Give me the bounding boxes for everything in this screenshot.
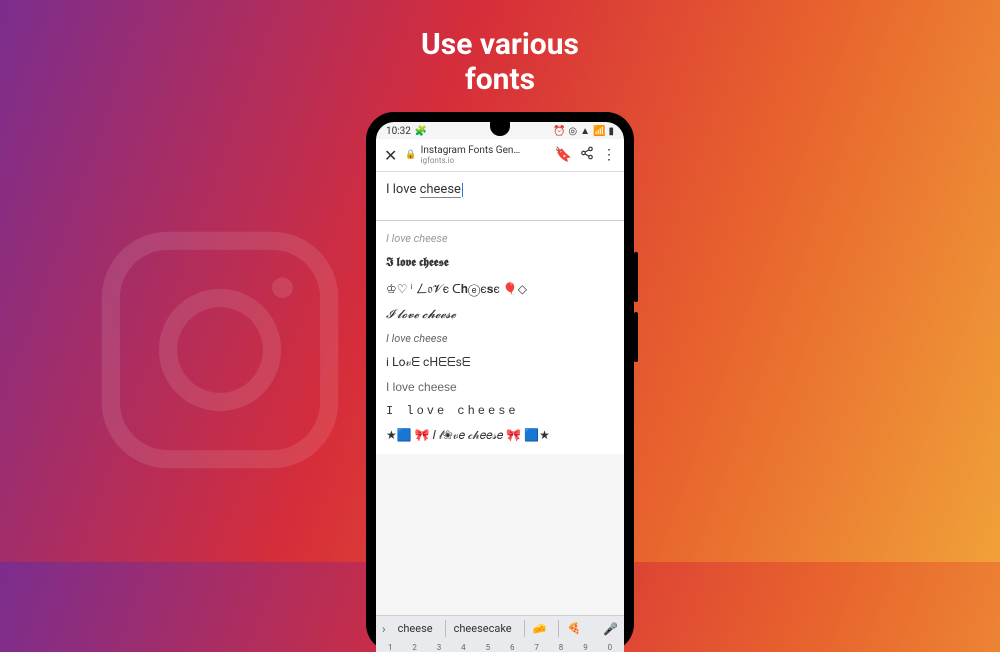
key-4[interactable]: 4 — [451, 643, 475, 652]
alarm-icon: ⏰ — [553, 126, 565, 137]
close-icon[interactable]: ✕ — [384, 146, 397, 165]
headline-line1: Use various — [0, 28, 1000, 63]
bookmark-icon[interactable]: 🔖 — [555, 147, 572, 163]
headline-line2: fonts — [0, 63, 1000, 98]
text-input-area[interactable]: I love cheese — [376, 172, 624, 221]
keyboard: › cheese cheesecake 🧀 🍕 🎤 1 2 3 4 5 6 7 … — [376, 615, 624, 652]
status-time: 10:32 — [386, 126, 411, 137]
share-icon[interactable] — [580, 146, 594, 164]
key-5[interactable]: 5 — [476, 643, 500, 652]
battery-icon: ▮ — [608, 126, 614, 137]
font-result-row[interactable]: 𝕴 𝖑𝖔𝖛𝖊 𝖈𝖍𝖊𝖊𝖘𝖊 — [386, 250, 614, 275]
page-url: igfonts.io — [421, 156, 521, 165]
font-result-row[interactable]: ♔♡ ⁱ ㄥ𝔬𝓥є ᑕ𝐡ⓔє𝐬є 🎈◇ — [386, 275, 614, 302]
keyboard-suggestions: › cheese cheesecake 🧀 🍕 🎤 — [376, 616, 624, 641]
volume-up-button — [634, 252, 638, 302]
signal-icon: 📶 — [593, 126, 605, 137]
font-results-list: I love cheese 𝕴 𝖑𝖔𝖛𝖊 𝖈𝖍𝖊𝖊𝖘𝖊 ♔♡ ⁱ ㄥ𝔬𝓥є ᑕ𝐡… — [376, 221, 624, 454]
suggestion-4[interactable]: 🍕 — [558, 620, 587, 637]
text-input[interactable]: I love cheese — [386, 182, 614, 198]
address-bar[interactable]: 🔒 Instagram Fonts Gen… igfonts.io — [405, 145, 546, 165]
font-result-row[interactable]: i ᒪo𝓋ᗴ cᕼᗴᗴsᗴ — [386, 350, 614, 375]
key-7[interactable]: 7 — [524, 643, 548, 652]
font-result-row[interactable]: I love cheese — [386, 375, 614, 399]
key-0[interactable]: 0 — [598, 643, 622, 652]
key-1[interactable]: 1 — [378, 643, 402, 652]
key-6[interactable]: 6 — [500, 643, 524, 652]
phone-screen: 10:32 🧩 ⏰ ◎ ▲ 📶 ▮ ✕ 🔒 Instagram Fonts Ge… — [376, 122, 624, 652]
mic-icon[interactable]: 🎤 — [603, 622, 618, 636]
input-word-underlined: cheese — [420, 182, 461, 198]
suggestion-2[interactable]: cheesecake — [445, 620, 518, 637]
page-title: Instagram Fonts Gen… — [421, 145, 521, 156]
status-app-icon: 🧩 — [415, 126, 427, 137]
font-result-row[interactable]: ★🟦 🎀 𝐼 𝓁❀𝓋𝑒 𝒸𝒽𝑒𝑒𝓈𝑒 🎀 🟦★ — [386, 423, 614, 448]
text-cursor — [462, 183, 463, 197]
suggestion-1[interactable]: cheese — [392, 620, 439, 637]
chevron-right-icon[interactable]: › — [382, 622, 386, 636]
lock-icon: 🔒 — [405, 150, 416, 160]
input-prefix: I love — [386, 182, 420, 197]
key-8[interactable]: 8 — [549, 643, 573, 652]
wifi-icon: ▲ — [580, 126, 590, 137]
location-icon: ◎ — [568, 126, 577, 137]
suggestion-3[interactable]: 🧀 — [524, 620, 553, 637]
key-2[interactable]: 2 — [402, 643, 426, 652]
browser-toolbar: ✕ 🔒 Instagram Fonts Gen… igfonts.io 🔖 ⋮ — [376, 139, 624, 172]
font-result-row[interactable]: I love cheese — [386, 327, 614, 350]
key-3[interactable]: 3 — [427, 643, 451, 652]
headline: Use various fonts — [0, 28, 1000, 97]
more-icon[interactable]: ⋮ — [602, 147, 616, 163]
phone-frame: 10:32 🧩 ⏰ ◎ ▲ 📶 ▮ ✕ 🔒 Instagram Fonts Ge… — [366, 112, 634, 652]
font-result-row[interactable]: 𝓘 𝓵𝓸𝓿𝓮 𝓬𝓱𝓮𝓮𝓼𝓮 — [386, 302, 614, 327]
key-9[interactable]: 9 — [573, 643, 597, 652]
font-result-row[interactable]: I love cheese — [386, 227, 614, 250]
instagram-logo-watermark — [90, 220, 350, 480]
font-result-row[interactable]: I love cheese — [386, 399, 614, 423]
keyboard-number-row: 1 2 3 4 5 6 7 8 9 0 — [376, 641, 624, 652]
volume-down-button — [634, 312, 638, 362]
